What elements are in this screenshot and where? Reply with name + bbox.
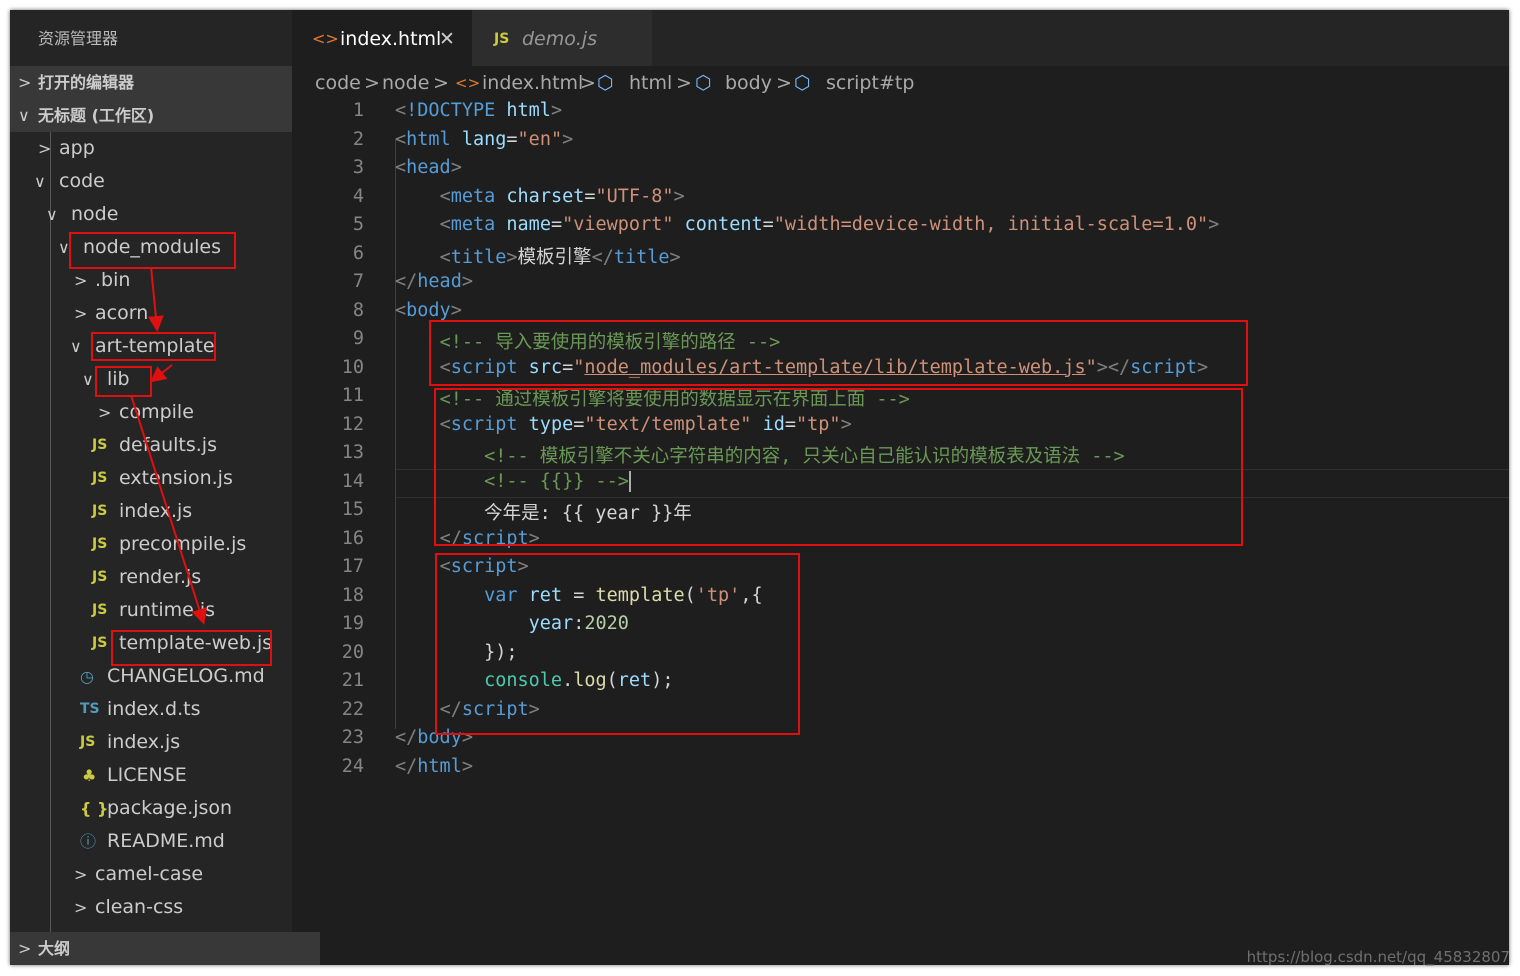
watermark: https://blog.csdn.net/qq_45832807 — [1246, 948, 1510, 966]
breadcrumb: code > node > <> index.html > ⬡ html > ⬡… — [292, 66, 1509, 100]
code-line: <meta charset="UTF-8"> — [439, 185, 685, 207]
cube-icon: ⬡ — [794, 72, 811, 94]
tab-bar: <> index.html ✕ JS demo.js — [292, 10, 1509, 66]
breadcrumb-item[interactable]: script#tp — [826, 66, 914, 100]
breadcrumb-item[interactable]: code — [315, 66, 361, 100]
html-file-icon: <> — [312, 29, 339, 48]
tab-label: index.html — [340, 28, 442, 50]
code-line: <!-- {{}} --> — [484, 470, 631, 492]
chevron-right-icon: > — [74, 898, 88, 917]
chevron-right-icon: > — [74, 865, 88, 884]
code-line: <!DOCTYPE html> — [395, 100, 563, 121]
javascript-file-icon: JS — [494, 31, 510, 47]
code-line: <!-- 模板引擎不关心字符串的内容, 只关心自己能认识的模板表及语法 --> — [484, 446, 1125, 467]
tab-label: demo.js — [522, 28, 598, 50]
json-braces-icon: { } — [80, 799, 109, 818]
code-line: <script> — [439, 556, 529, 577]
line-number: 23 — [341, 727, 364, 748]
arrow — [130, 394, 207, 625]
javascript-file-icon: JS — [80, 734, 96, 750]
outline-label: 大纲 — [38, 939, 71, 958]
tab-demo-js[interactable]: JS demo.js — [472, 10, 652, 66]
breadcrumb-item[interactable]: node — [382, 66, 429, 100]
tab-index-html[interactable]: <> index.html ✕ — [292, 10, 472, 66]
outline-section[interactable]: > 大纲 — [10, 932, 320, 965]
code-line: </html> — [395, 755, 473, 777]
info-icon: ⓘ — [80, 832, 97, 851]
chevron-right-icon: > — [580, 72, 596, 94]
typescript-file-icon: TS — [80, 701, 100, 717]
code-line: 今年是: {{ year }}年 — [484, 503, 692, 524]
code-line: <script src="node_modules/art-template/l… — [439, 356, 1209, 378]
arrow — [149, 364, 173, 383]
code-line: var ret = template('tp',{ — [484, 584, 763, 606]
code-line: </body> — [395, 727, 473, 748]
close-icon[interactable]: ✕ — [439, 10, 455, 68]
code-line: <body> — [395, 299, 462, 321]
code-line: year:2020 — [528, 613, 629, 634]
chevron-right-icon: > — [364, 72, 380, 94]
code-line: <title>模板引擎</title> — [439, 246, 681, 268]
breadcrumb-item[interactable]: body — [725, 66, 772, 100]
chevron-right-icon: > — [433, 72, 449, 94]
code-line: </head> — [395, 271, 473, 292]
vscode-window: 资源管理器 > 打开的编辑器 ∨ 无标题 (工作区) > app ∨ code … — [10, 10, 1509, 965]
code-editor[interactable]: 1 2 3 4 5 6 7 8 9 10 11 12 13 14 15 16 1… — [292, 100, 1509, 965]
license-badge-icon: ♣ — [82, 766, 97, 785]
code-line: <meta name="viewport" content="width=dev… — [439, 214, 1220, 235]
breadcrumb-item[interactable]: index.html — [482, 66, 583, 100]
code-line: <script type="text/template" id="tp"> — [439, 413, 852, 435]
line-number: 22 — [341, 698, 364, 720]
code-line: <head> — [395, 157, 462, 178]
code-line: <html lang="en"> — [395, 128, 574, 150]
chevron-right-icon: > — [676, 72, 692, 94]
breadcrumb-item[interactable]: html — [629, 66, 672, 100]
html-file-icon: <> — [455, 74, 481, 92]
code-line: <!-- 通过模板引擎将要使用的数据显示在界面上面 --> — [439, 389, 910, 410]
code-line: </script> — [439, 527, 540, 549]
arrow — [147, 266, 164, 332]
cube-icon: ⬡ — [695, 72, 712, 94]
line-number: 24 — [341, 755, 364, 777]
line-number: 21 — [341, 670, 364, 691]
annotation-arrows — [130, 266, 207, 625]
code-line: console.log(ret); — [484, 670, 674, 691]
code-line: }); — [484, 641, 518, 663]
chevron-right-icon: > — [776, 72, 792, 94]
code-line: <!-- 导入要使用的模板引擎的路径 --> — [439, 332, 781, 353]
code-line: </script> — [439, 698, 540, 720]
cube-icon: ⬡ — [597, 72, 614, 94]
chevron-right-icon: > — [18, 939, 32, 958]
